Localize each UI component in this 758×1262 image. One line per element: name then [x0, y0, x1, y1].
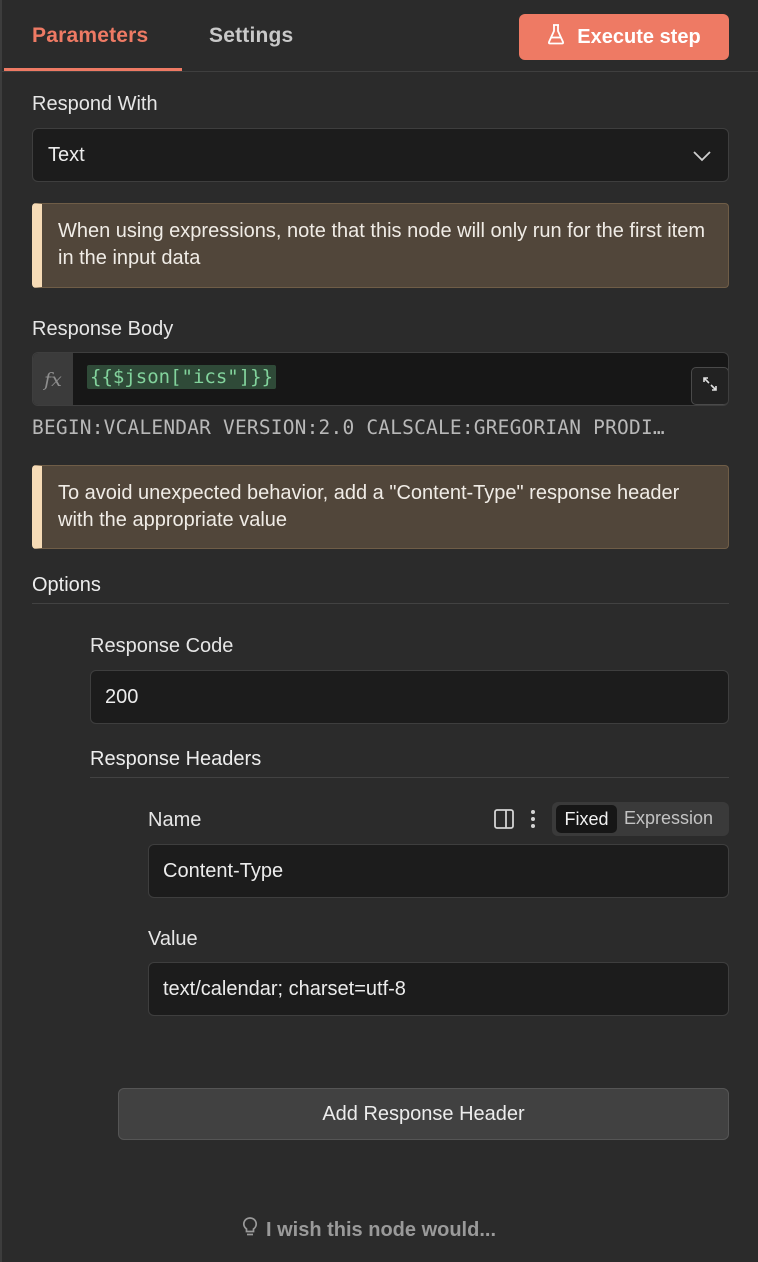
response-body-expression-editor[interactable]: fx {{$json["ics"]}} — [32, 352, 729, 406]
lightbulb-icon — [242, 1216, 258, 1244]
response-body-expression: {{$json["ics"]}} — [87, 365, 277, 389]
fx-icon: fx — [33, 353, 73, 405]
node-parameters-panel: Parameters Settings Execute step Respond… — [0, 0, 758, 1262]
feedback-text: I wish this node would... — [266, 1218, 496, 1241]
response-body-label: Response Body — [32, 318, 174, 340]
content-type-notice: To avoid unexpected behavior, add a "Con… — [32, 465, 729, 549]
fixed-expression-toggle: Fixed Expression — [552, 802, 729, 836]
response-code-label: Response Code — [90, 635, 234, 657]
header-value-input[interactable]: text/calendar; charset=utf-8 — [148, 962, 729, 1016]
options-divider — [32, 603, 729, 604]
header-name-label: Name — [148, 809, 202, 831]
split-panel-icon[interactable] — [493, 808, 515, 835]
respond-with-value: Text — [48, 144, 85, 166]
expressions-notice-text: When using expressions, note that this n… — [58, 220, 705, 269]
header-value-value: text/calendar; charset=utf-8 — [163, 978, 406, 1000]
response-headers-title: Response Headers — [90, 748, 262, 770]
execute-step-button[interactable]: Execute step — [519, 14, 729, 60]
add-response-header-button[interactable]: Add Response Header — [118, 1088, 729, 1140]
expand-editor-button[interactable] — [691, 367, 728, 405]
respond-with-label: Respond With — [32, 93, 158, 115]
header-name-input[interactable]: Content-Type — [148, 844, 729, 898]
content-type-notice-text: To avoid unexpected behavior, add a "Con… — [58, 482, 680, 531]
tab-parameters[interactable]: Parameters — [32, 24, 148, 48]
respond-with-select[interactable]: Text — [32, 128, 729, 182]
header-value-label: Value — [148, 928, 198, 950]
toggle-fixed[interactable]: Fixed — [556, 805, 617, 833]
node-feedback-link[interactable]: I wish this node would... — [242, 1216, 496, 1244]
toggle-expression[interactable]: Expression — [624, 808, 713, 829]
response-code-input[interactable]: 200 — [90, 670, 729, 724]
options-title: Options — [32, 574, 101, 596]
active-tab-indicator — [4, 68, 182, 71]
expand-icon — [702, 376, 718, 397]
response-body-preview: BEGIN:VCALENDAR VERSION:2.0 CALSCALE:GRE… — [32, 416, 665, 439]
tab-settings[interactable]: Settings — [209, 24, 293, 48]
response-code-value: 200 — [105, 686, 139, 708]
response-headers-divider — [90, 777, 729, 778]
tab-bar: Parameters Settings Execute step — [2, 0, 758, 72]
expressions-notice: When using expressions, note that this n… — [32, 203, 729, 288]
execute-step-label: Execute step — [577, 25, 701, 48]
chevron-down-icon — [692, 146, 712, 171]
header-name-value: Content-Type — [163, 860, 284, 882]
more-options-icon[interactable] — [526, 808, 540, 835]
flask-icon — [547, 23, 565, 51]
